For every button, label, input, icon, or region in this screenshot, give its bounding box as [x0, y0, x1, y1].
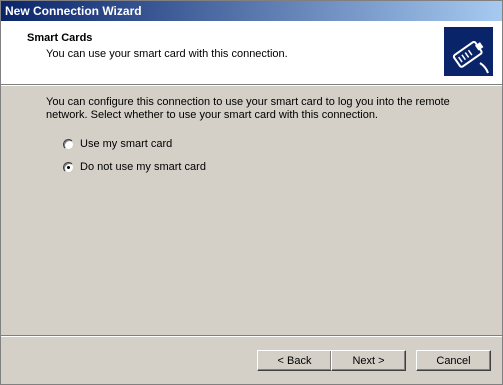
do-not-use-smart-card-label[interactable]: Do not use my smart card	[80, 161, 206, 173]
window-title: New Connection Wizard	[5, 4, 142, 18]
next-button[interactable]: Next >	[331, 350, 406, 371]
wizard-window: New Connection Wizard Smart Cards You ca…	[0, 0, 503, 385]
title-bar[interactable]: New Connection Wizard	[1, 1, 502, 21]
cancel-button[interactable]: Cancel	[416, 350, 491, 371]
use-smart-card-radio[interactable]	[63, 138, 74, 150]
use-smart-card-option[interactable]: Use my smart card	[63, 137, 172, 151]
page-title: Smart Cards	[27, 32, 93, 44]
back-button[interactable]: < Back	[257, 350, 332, 371]
description-text: You can configure this connection to use…	[46, 96, 450, 121]
page-subtitle: You can use your smart card with this co…	[46, 48, 288, 60]
use-smart-card-label[interactable]: Use my smart card	[80, 138, 172, 150]
footer-divider	[1, 335, 502, 337]
wizard-header: Smart Cards You can use your smart card …	[1, 21, 502, 84]
header-divider	[1, 84, 502, 86]
do-not-use-smart-card-option[interactable]: Do not use my smart card	[63, 160, 206, 174]
smart-card-icon	[444, 27, 493, 76]
do-not-use-smart-card-radio[interactable]	[63, 161, 74, 173]
